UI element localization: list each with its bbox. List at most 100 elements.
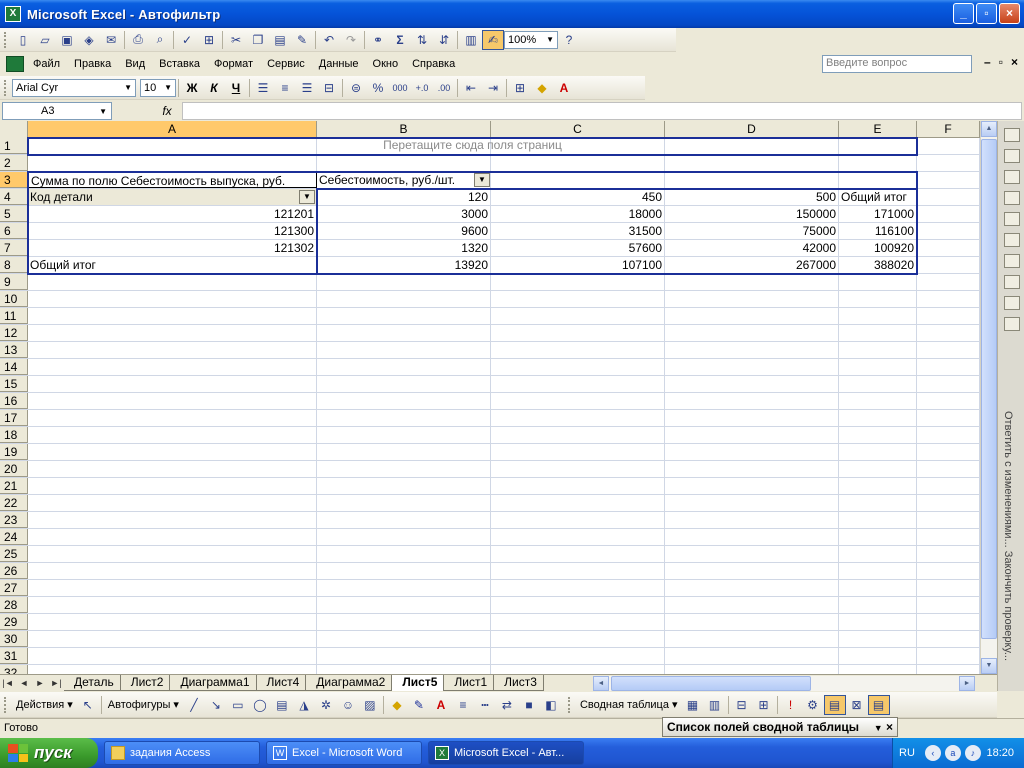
select-all-corner[interactable] — [0, 121, 28, 138]
dash-style-icon[interactable]: ┅ — [474, 695, 496, 715]
cell[interactable] — [839, 529, 917, 545]
cell[interactable] — [917, 614, 980, 630]
font-select[interactable]: Arial Cyr ▼ — [12, 78, 136, 97]
cell[interactable] — [28, 325, 317, 341]
cell[interactable] — [317, 325, 491, 341]
cell[interactable] — [317, 155, 491, 171]
row-header[interactable]: 2 — [0, 155, 28, 171]
cell[interactable] — [839, 665, 917, 674]
cell[interactable] — [839, 512, 917, 528]
email-icon[interactable]: ✉ — [100, 30, 122, 50]
format-painter-icon[interactable]: ✎ — [291, 30, 313, 50]
row-header[interactable]: 14 — [0, 359, 28, 375]
chart-wizard-icon[interactable]: ▥ — [704, 695, 726, 715]
fill-color-icon[interactable]: ◆ — [531, 78, 553, 98]
cell[interactable]: 75000 — [665, 223, 839, 239]
cell[interactable] — [917, 257, 980, 273]
row-header[interactable]: 31 — [0, 648, 28, 664]
column-header-c[interactable]: C — [491, 121, 665, 138]
previous-comment-icon[interactable] — [1004, 149, 1020, 163]
send-icon[interactable] — [1004, 317, 1020, 331]
cell[interactable] — [839, 546, 917, 562]
row-header[interactable]: 24 — [0, 529, 28, 545]
row-header[interactable]: 25 — [0, 546, 28, 562]
cell[interactable] — [491, 648, 665, 664]
row-header[interactable]: 3 — [0, 172, 28, 188]
cell[interactable] — [491, 546, 665, 562]
row-item[interactable]: 121300 — [28, 223, 317, 239]
cell[interactable] — [491, 427, 665, 443]
cell[interactable] — [917, 648, 980, 664]
cell[interactable] — [28, 614, 317, 630]
cell[interactable]: 100920 — [839, 240, 917, 256]
cell[interactable] — [917, 223, 980, 239]
pivot-data-field[interactable]: Сумма по полю Себестоимость выпуска, руб… — [28, 172, 317, 188]
cell[interactable] — [839, 376, 917, 392]
arrow-style-icon[interactable]: ⇄ — [496, 695, 518, 715]
cell[interactable] — [839, 325, 917, 341]
cell[interactable] — [917, 155, 980, 171]
row-header[interactable]: 17 — [0, 410, 28, 426]
cell[interactable] — [839, 478, 917, 494]
cell[interactable] — [491, 631, 665, 647]
cell[interactable] — [665, 461, 839, 477]
row-field-dropdown-icon[interactable]: ▼ — [299, 190, 315, 204]
tray-app-icon[interactable]: a — [944, 745, 961, 761]
cell[interactable] — [917, 597, 980, 613]
menu-data[interactable]: Данные — [312, 58, 366, 70]
cell[interactable]: 57600 — [491, 240, 665, 256]
menu-window[interactable]: Окно — [366, 58, 406, 70]
cell[interactable] — [317, 546, 491, 562]
cell[interactable] — [28, 461, 317, 477]
cell[interactable] — [491, 444, 665, 460]
cell[interactable] — [917, 393, 980, 409]
cell[interactable] — [491, 155, 665, 171]
cell[interactable]: 18000 — [491, 206, 665, 222]
cell[interactable] — [28, 444, 317, 460]
sheet-tab-active[interactable]: Лист5 — [392, 675, 445, 691]
toolbar-grip[interactable] — [567, 696, 572, 713]
cell[interactable] — [491, 529, 665, 545]
cell[interactable] — [665, 478, 839, 494]
protect-icon[interactable] — [1004, 296, 1020, 310]
column-field-dropdown-icon[interactable]: ▼ — [474, 173, 490, 187]
cell[interactable] — [28, 291, 317, 307]
fill-color-icon[interactable]: ◆ — [386, 695, 408, 715]
decrease-indent-icon[interactable]: ⇤ — [460, 78, 482, 98]
menu-insert[interactable]: Вставка — [152, 58, 207, 70]
cell[interactable] — [917, 546, 980, 562]
cell[interactable] — [917, 427, 980, 443]
cell[interactable] — [665, 393, 839, 409]
cell[interactable]: 9600 — [317, 223, 491, 239]
cell[interactable] — [917, 291, 980, 307]
cell[interactable] — [839, 444, 917, 460]
cell[interactable] — [28, 580, 317, 596]
close-icon[interactable]: × — [886, 720, 893, 734]
cell[interactable] — [917, 206, 980, 222]
underline-button[interactable]: Ч — [225, 78, 247, 98]
cell[interactable] — [491, 495, 665, 511]
cell[interactable] — [317, 427, 491, 443]
minimize-button[interactable]: _ — [953, 3, 974, 24]
cell[interactable] — [839, 563, 917, 579]
scroll-left-button[interactable]: ◄ — [593, 676, 609, 691]
column-header-d[interactable]: D — [665, 121, 839, 138]
cell[interactable] — [317, 376, 491, 392]
cell[interactable] — [28, 478, 317, 494]
sheet-tab[interactable]: Лист2 — [120, 675, 171, 691]
scroll-down-button[interactable]: ▼ — [981, 658, 997, 674]
grand-total-header[interactable]: Общий итог — [839, 189, 917, 205]
reply-icon[interactable] — [1004, 254, 1020, 268]
tray-back-icon[interactable]: ‹ — [924, 745, 941, 761]
cell[interactable] — [665, 359, 839, 375]
borders-icon[interactable]: ⊞ — [509, 78, 531, 98]
cell[interactable] — [28, 495, 317, 511]
cell[interactable] — [839, 597, 917, 613]
cell[interactable] — [917, 308, 980, 324]
row-header[interactable]: 4 — [0, 189, 28, 205]
cell[interactable] — [839, 495, 917, 511]
cell[interactable] — [491, 512, 665, 528]
cell[interactable]: 107100 — [491, 257, 665, 273]
diagram-icon[interactable]: ✲ — [315, 695, 337, 715]
menu-tools[interactable]: Сервис — [260, 58, 312, 70]
